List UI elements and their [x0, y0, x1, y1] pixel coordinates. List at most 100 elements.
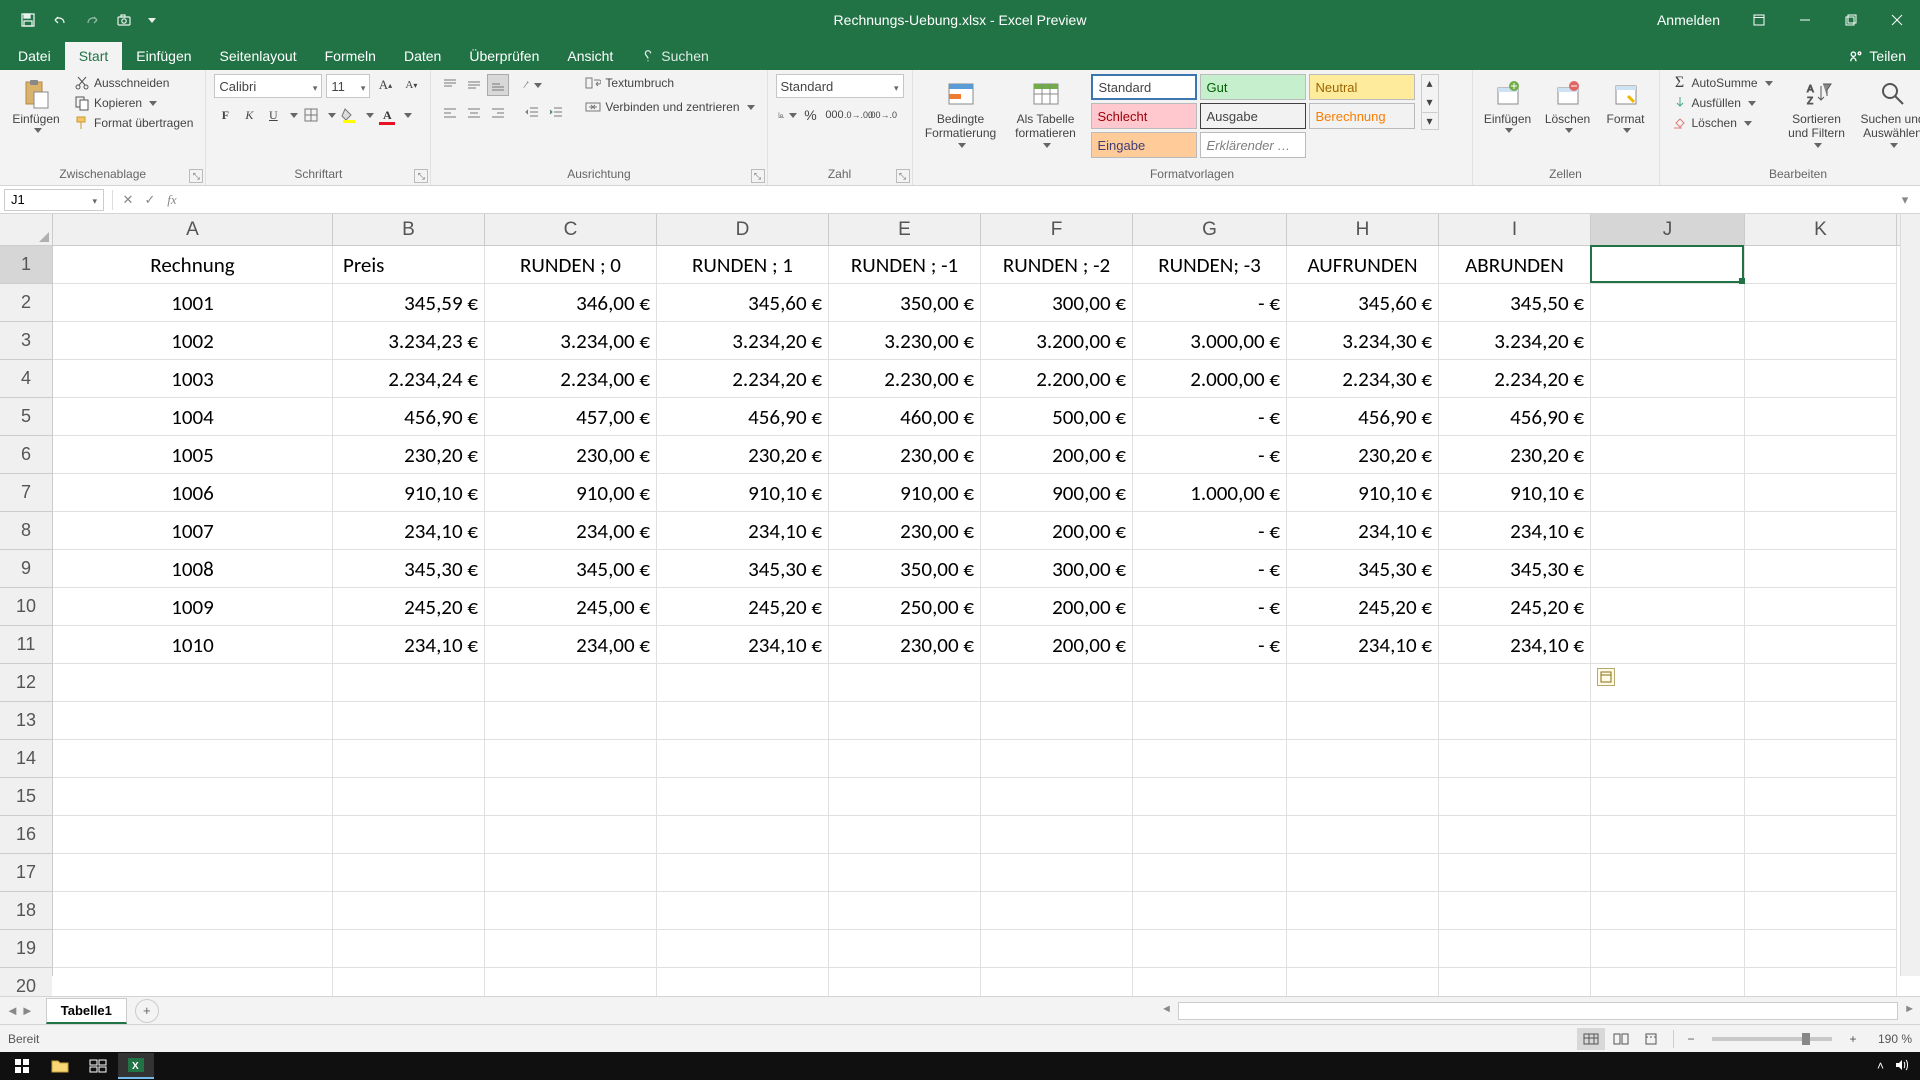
cell[interactable]: RUNDEN ; 0: [485, 246, 657, 284]
cell[interactable]: [485, 930, 657, 968]
row-header-15[interactable]: 15: [0, 778, 52, 816]
cell[interactable]: 234,00 €: [485, 512, 657, 550]
row-header-11[interactable]: 11: [0, 626, 52, 664]
cell[interactable]: [1745, 398, 1897, 436]
cell[interactable]: [53, 778, 333, 816]
format-painter-button[interactable]: Format übertragen: [70, 114, 197, 132]
cell[interactable]: 230,20 €: [333, 436, 485, 474]
borders-button[interactable]: [300, 104, 322, 126]
camera-icon[interactable]: [110, 6, 138, 34]
cell[interactable]: 2.000,00 €: [1133, 360, 1287, 398]
cell[interactable]: [981, 702, 1133, 740]
cell[interactable]: 1010: [53, 626, 333, 664]
cell[interactable]: [1591, 588, 1745, 626]
increase-indent-icon[interactable]: [545, 102, 567, 124]
cell[interactable]: 200,00 €: [981, 436, 1133, 474]
cell[interactable]: [981, 664, 1133, 702]
cell[interactable]: [981, 740, 1133, 778]
cell[interactable]: [829, 892, 981, 930]
cell[interactable]: 3.000,00 €: [1133, 322, 1287, 360]
cell[interactable]: - €: [1133, 626, 1287, 664]
column-header-I[interactable]: I: [1439, 214, 1591, 245]
cell[interactable]: [1133, 892, 1287, 930]
cell[interactable]: [1591, 626, 1745, 664]
cell[interactable]: [981, 778, 1133, 816]
cell[interactable]: [333, 892, 485, 930]
tab-start[interactable]: Start: [65, 42, 123, 70]
cell[interactable]: 1002: [53, 322, 333, 360]
cell[interactable]: 345,30 €: [1439, 550, 1591, 588]
tab-ueberpruefen[interactable]: Überprüfen: [455, 42, 553, 70]
column-header-H[interactable]: H: [1287, 214, 1439, 245]
row-header-3[interactable]: 3: [0, 322, 52, 360]
cell[interactable]: 910,00 €: [485, 474, 657, 512]
style-neutral[interactable]: Neutral: [1309, 74, 1415, 100]
row-header-9[interactable]: 9: [0, 550, 52, 588]
cell[interactable]: RUNDEN ; -1: [829, 246, 981, 284]
cell[interactable]: [333, 702, 485, 740]
cell[interactable]: 230,20 €: [1439, 436, 1591, 474]
cell[interactable]: [829, 740, 981, 778]
cell[interactable]: [1591, 398, 1745, 436]
cell[interactable]: [1591, 550, 1745, 588]
cell[interactable]: 346,00 €: [485, 284, 657, 322]
clipboard-dialog-icon[interactable]: ⤡: [189, 169, 203, 183]
cell[interactable]: 460,00 €: [829, 398, 981, 436]
cut-button[interactable]: Ausschneiden: [70, 74, 197, 92]
cell[interactable]: [1591, 778, 1745, 816]
cell[interactable]: 900,00 €: [981, 474, 1133, 512]
cell[interactable]: 500,00 €: [981, 398, 1133, 436]
cell[interactable]: 2.234,30 €: [1287, 360, 1439, 398]
cell[interactable]: 1008: [53, 550, 333, 588]
merge-center-button[interactable]: Verbinden und zentrieren: [581, 98, 758, 116]
sheet-nav-next-icon[interactable]: ►: [21, 1003, 34, 1018]
cell[interactable]: 910,10 €: [657, 474, 829, 512]
cell[interactable]: [1591, 360, 1745, 398]
cell[interactable]: [1287, 854, 1439, 892]
cell[interactable]: 234,10 €: [657, 626, 829, 664]
cell-styles-gallery[interactable]: Standard Gut Neutral Schlecht Ausgabe Be…: [1091, 74, 1415, 158]
cell[interactable]: [1591, 246, 1745, 284]
cell[interactable]: [1133, 740, 1287, 778]
cell[interactable]: 234,10 €: [1287, 626, 1439, 664]
row-header-12[interactable]: 12: [0, 664, 52, 702]
style-standard[interactable]: Standard: [1091, 74, 1197, 100]
cell[interactable]: [53, 664, 333, 702]
cell[interactable]: [1439, 664, 1591, 702]
wrap-text-button[interactable]: Textumbruch: [581, 74, 758, 92]
cell[interactable]: [485, 664, 657, 702]
row-header-1[interactable]: 1: [0, 246, 52, 284]
style-berechnung[interactable]: Berechnung: [1309, 103, 1415, 129]
row-header-6[interactable]: 6: [0, 436, 52, 474]
cell[interactable]: [1745, 892, 1897, 930]
increase-decimal-icon[interactable]: .0→.00: [848, 104, 870, 126]
row-header-5[interactable]: 5: [0, 398, 52, 436]
clear-button[interactable]: Löschen: [1668, 114, 1777, 132]
tab-seitenlayout[interactable]: Seitenlayout: [206, 42, 311, 70]
paste-button[interactable]: Einfügen: [8, 74, 64, 137]
cell[interactable]: 3.234,23 €: [333, 322, 485, 360]
orientation-icon[interactable]: [521, 74, 543, 96]
fx-icon[interactable]: fx: [161, 189, 183, 211]
sign-in-link[interactable]: Anmelden: [1641, 12, 1736, 28]
row-header-20[interactable]: 20: [0, 968, 52, 996]
cell[interactable]: [981, 854, 1133, 892]
horizontal-scrollbar[interactable]: [1178, 1002, 1898, 1020]
new-sheet-icon[interactable]: +: [135, 999, 159, 1023]
column-headers[interactable]: ABCDEFGHIJK: [53, 214, 1900, 246]
save-icon[interactable]: [14, 6, 42, 34]
align-bottom-icon[interactable]: [487, 74, 509, 96]
cell[interactable]: [1745, 968, 1897, 996]
excel-taskbar-icon[interactable]: X: [118, 1053, 154, 1079]
cell[interactable]: [1745, 512, 1897, 550]
cell[interactable]: [1439, 778, 1591, 816]
cell[interactable]: [1287, 664, 1439, 702]
cell[interactable]: 1.000,00 €: [1133, 474, 1287, 512]
cell[interactable]: 1007: [53, 512, 333, 550]
cell[interactable]: [1745, 360, 1897, 398]
cell[interactable]: [1591, 512, 1745, 550]
cell[interactable]: [1439, 930, 1591, 968]
cell[interactable]: 200,00 €: [981, 588, 1133, 626]
format-cells-button[interactable]: Format: [1601, 74, 1651, 137]
copy-button[interactable]: Kopieren: [70, 94, 197, 112]
